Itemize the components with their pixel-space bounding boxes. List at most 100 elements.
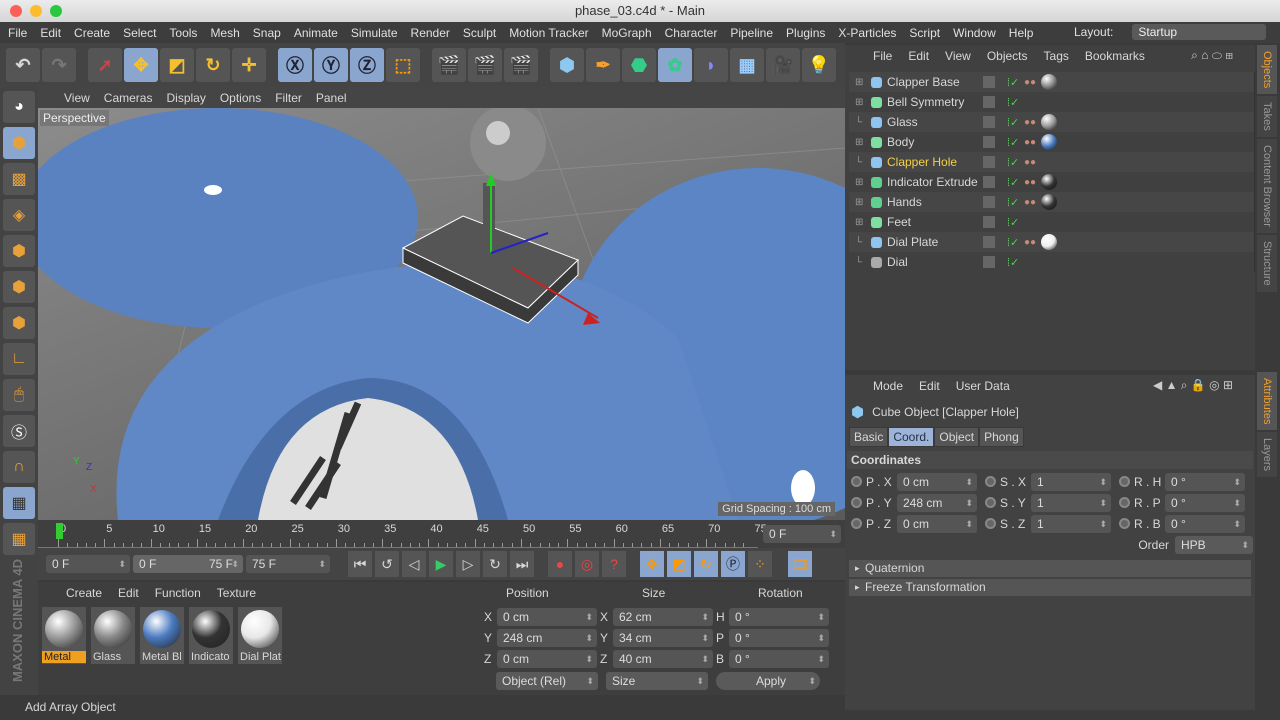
menu-create[interactable]: Create xyxy=(74,26,110,40)
coord-p-field[interactable]: 0 cm xyxy=(497,649,597,668)
material-tag-icon[interactable] xyxy=(1041,114,1057,130)
phong-tag-icon[interactable]: ●● xyxy=(1024,197,1036,208)
render-picture-viewer-icon[interactable]: 🎬 xyxy=(468,48,502,82)
animate-radio-icon[interactable] xyxy=(985,497,996,508)
layer-icon[interactable] xyxy=(983,176,995,188)
enabled-check-icon[interactable]: ⁞✓ xyxy=(1007,156,1019,169)
object-manager-tools-icons[interactable]: ⌕ ⌂ ⬭ ⊞ xyxy=(1191,48,1233,63)
key-rotation-icon[interactable]: ↻ xyxy=(694,551,718,577)
phong-tag-icon[interactable]: ●● xyxy=(1024,177,1036,188)
tab-objects[interactable]: Objects xyxy=(1257,45,1277,95)
material-menu-function[interactable]: Function xyxy=(155,586,201,600)
object-row[interactable]: └ Glass ⁞✓ ●● xyxy=(849,112,1254,132)
menu-render[interactable]: Render xyxy=(411,26,450,40)
autokey-icon[interactable]: ◎ xyxy=(575,551,599,577)
timeline-ruler[interactable]: 0 5 10 15 20 25 30 35 40 45 50 55 60 65 70 75 0 F xyxy=(38,520,845,548)
tab-structure[interactable]: Structure xyxy=(1257,234,1277,292)
coord-r-field[interactable]: 0 ° xyxy=(729,607,829,626)
attribute-value-field[interactable]: 1 xyxy=(1031,514,1111,533)
cube-icon[interactable]: ⬢ xyxy=(550,48,584,82)
menu-window[interactable]: Window xyxy=(953,26,996,40)
minimize-button[interactable] xyxy=(30,5,42,17)
expand-icon[interactable]: ⊞ xyxy=(855,217,863,228)
expand-icon[interactable]: ⊞ xyxy=(855,177,863,188)
keyframe-selection-icon[interactable]: ? xyxy=(602,551,626,577)
material-tag-icon[interactable] xyxy=(1041,194,1057,210)
go-to-start-icon[interactable]: ⏮ xyxy=(348,551,372,577)
planar-workplane-icon[interactable]: ▦ xyxy=(3,523,35,555)
viewport-menu-display[interactable]: Display xyxy=(166,91,205,105)
x-axis-icon[interactable]: Ⓧ xyxy=(278,48,312,82)
object-menu-objects[interactable]: Objects xyxy=(987,49,1028,63)
menu-script[interactable]: Script xyxy=(909,26,940,40)
menu-animate[interactable]: Animate xyxy=(294,26,338,40)
edges-mode-icon[interactable]: ⬢ xyxy=(3,271,35,303)
layer-icon[interactable] xyxy=(983,156,995,168)
subdivision-icon[interactable]: ⬣ xyxy=(622,48,656,82)
current-frame-field[interactable]: 0 F xyxy=(763,525,841,543)
menu-edit[interactable]: Edit xyxy=(40,26,61,40)
timeline-window-icon[interactable]: 🎞 xyxy=(788,551,812,577)
expand-icon[interactable]: └ xyxy=(855,157,862,168)
polygons-mode-icon[interactable]: ⬢ xyxy=(3,307,35,339)
material-swatch[interactable]: Dial Plat xyxy=(238,607,282,664)
enabled-check-icon[interactable]: ⁞✓ xyxy=(1007,216,1019,229)
coord-s-field[interactable]: 34 cm xyxy=(613,628,713,647)
attribute-value-field[interactable]: 0 ° xyxy=(1165,472,1245,491)
coord-r-field[interactable]: 0 ° xyxy=(729,628,829,647)
attribute-tab-phong[interactable]: Phong xyxy=(979,427,1024,447)
viewport-menu-options[interactable]: Options xyxy=(220,91,261,105)
object-row[interactable]: ⊞ Clapper Base ⁞✓ ●● xyxy=(849,72,1254,92)
key-scale-icon[interactable]: ◩ xyxy=(667,551,691,577)
play-icon[interactable]: ▶ xyxy=(429,551,453,577)
menu-pipeline[interactable]: Pipeline xyxy=(730,26,773,40)
viewport-menu-filter[interactable]: Filter xyxy=(275,91,302,105)
key-pla-icon[interactable]: ⁘ xyxy=(748,551,772,577)
coordinate-mode-dropdown[interactable]: Object (Rel) xyxy=(496,672,598,690)
start-frame-field[interactable]: 0 F xyxy=(46,555,130,573)
menu-tools[interactable]: Tools xyxy=(169,26,197,40)
animate-radio-icon[interactable] xyxy=(985,518,996,529)
enabled-check-icon[interactable]: ⁞✓ xyxy=(1007,176,1019,189)
enabled-check-icon[interactable]: ⁞✓ xyxy=(1007,96,1019,109)
menu-character[interactable]: Character xyxy=(665,26,718,40)
coord-s-field[interactable]: 62 cm xyxy=(613,607,713,626)
attribute-value-field[interactable]: 0 ° xyxy=(1165,514,1245,533)
tab-takes[interactable]: Takes xyxy=(1257,96,1277,138)
expand-icon[interactable]: ⊞ xyxy=(855,197,863,208)
menu-help[interactable]: Help xyxy=(1009,26,1034,40)
lock-workplane-icon[interactable]: ▦ xyxy=(3,487,35,519)
layout-selector[interactable]: Layout: Startup xyxy=(1074,24,1279,40)
object-name[interactable]: Clapper Hole xyxy=(887,155,957,169)
object-row[interactable]: ⊞ Hands ⁞✓ ●● xyxy=(849,192,1254,212)
enabled-check-icon[interactable]: ⁞✓ xyxy=(1007,116,1019,129)
record-keys-icon[interactable]: ● xyxy=(548,551,572,577)
attribute-navigation-icons[interactable]: ◀ ▲ ⌕ 🔒 ◎ ⊞ xyxy=(1153,378,1233,393)
texture-mode-icon[interactable]: ▩ xyxy=(3,163,35,195)
coordinate-system-icon[interactable]: ⬚ xyxy=(386,48,420,82)
menu-simulate[interactable]: Simulate xyxy=(351,26,398,40)
viewport-menu-view[interactable]: View xyxy=(64,91,90,105)
frame-range-slider[interactable]: 0 F 75 F xyxy=(133,555,243,573)
model-mode-icon[interactable]: ⬢ xyxy=(3,127,35,159)
material-swatch[interactable]: Metal Bl xyxy=(140,607,184,664)
material-tag-icon[interactable] xyxy=(1041,174,1057,190)
attribute-value-field[interactable]: 1 xyxy=(1031,472,1111,491)
material-menu-create[interactable]: Create xyxy=(66,586,102,600)
object-menu-file[interactable]: File xyxy=(873,49,892,63)
expand-icon[interactable]: └ xyxy=(855,237,862,248)
y-axis-icon[interactable]: Ⓨ xyxy=(314,48,348,82)
coord-r-field[interactable]: 0 ° xyxy=(729,649,829,668)
material-menu-edit[interactable]: Edit xyxy=(118,586,139,600)
snap-icon[interactable]: Ⓢ xyxy=(3,415,35,447)
animate-radio-icon[interactable] xyxy=(1119,518,1130,529)
layer-icon[interactable] xyxy=(983,76,995,88)
move-icon[interactable]: ✥ xyxy=(124,48,158,82)
object-menu-bookmarks[interactable]: Bookmarks xyxy=(1085,49,1145,63)
phong-tag-icon[interactable]: ●● xyxy=(1024,137,1036,148)
attribute-value-field[interactable]: 0 cm xyxy=(897,514,977,533)
object-name[interactable]: Hands xyxy=(887,195,922,209)
coord-p-field[interactable]: 248 cm xyxy=(497,628,597,647)
undo-icon[interactable]: ↶ xyxy=(6,48,40,82)
attribute-value-field[interactable]: 1 xyxy=(1031,493,1111,512)
